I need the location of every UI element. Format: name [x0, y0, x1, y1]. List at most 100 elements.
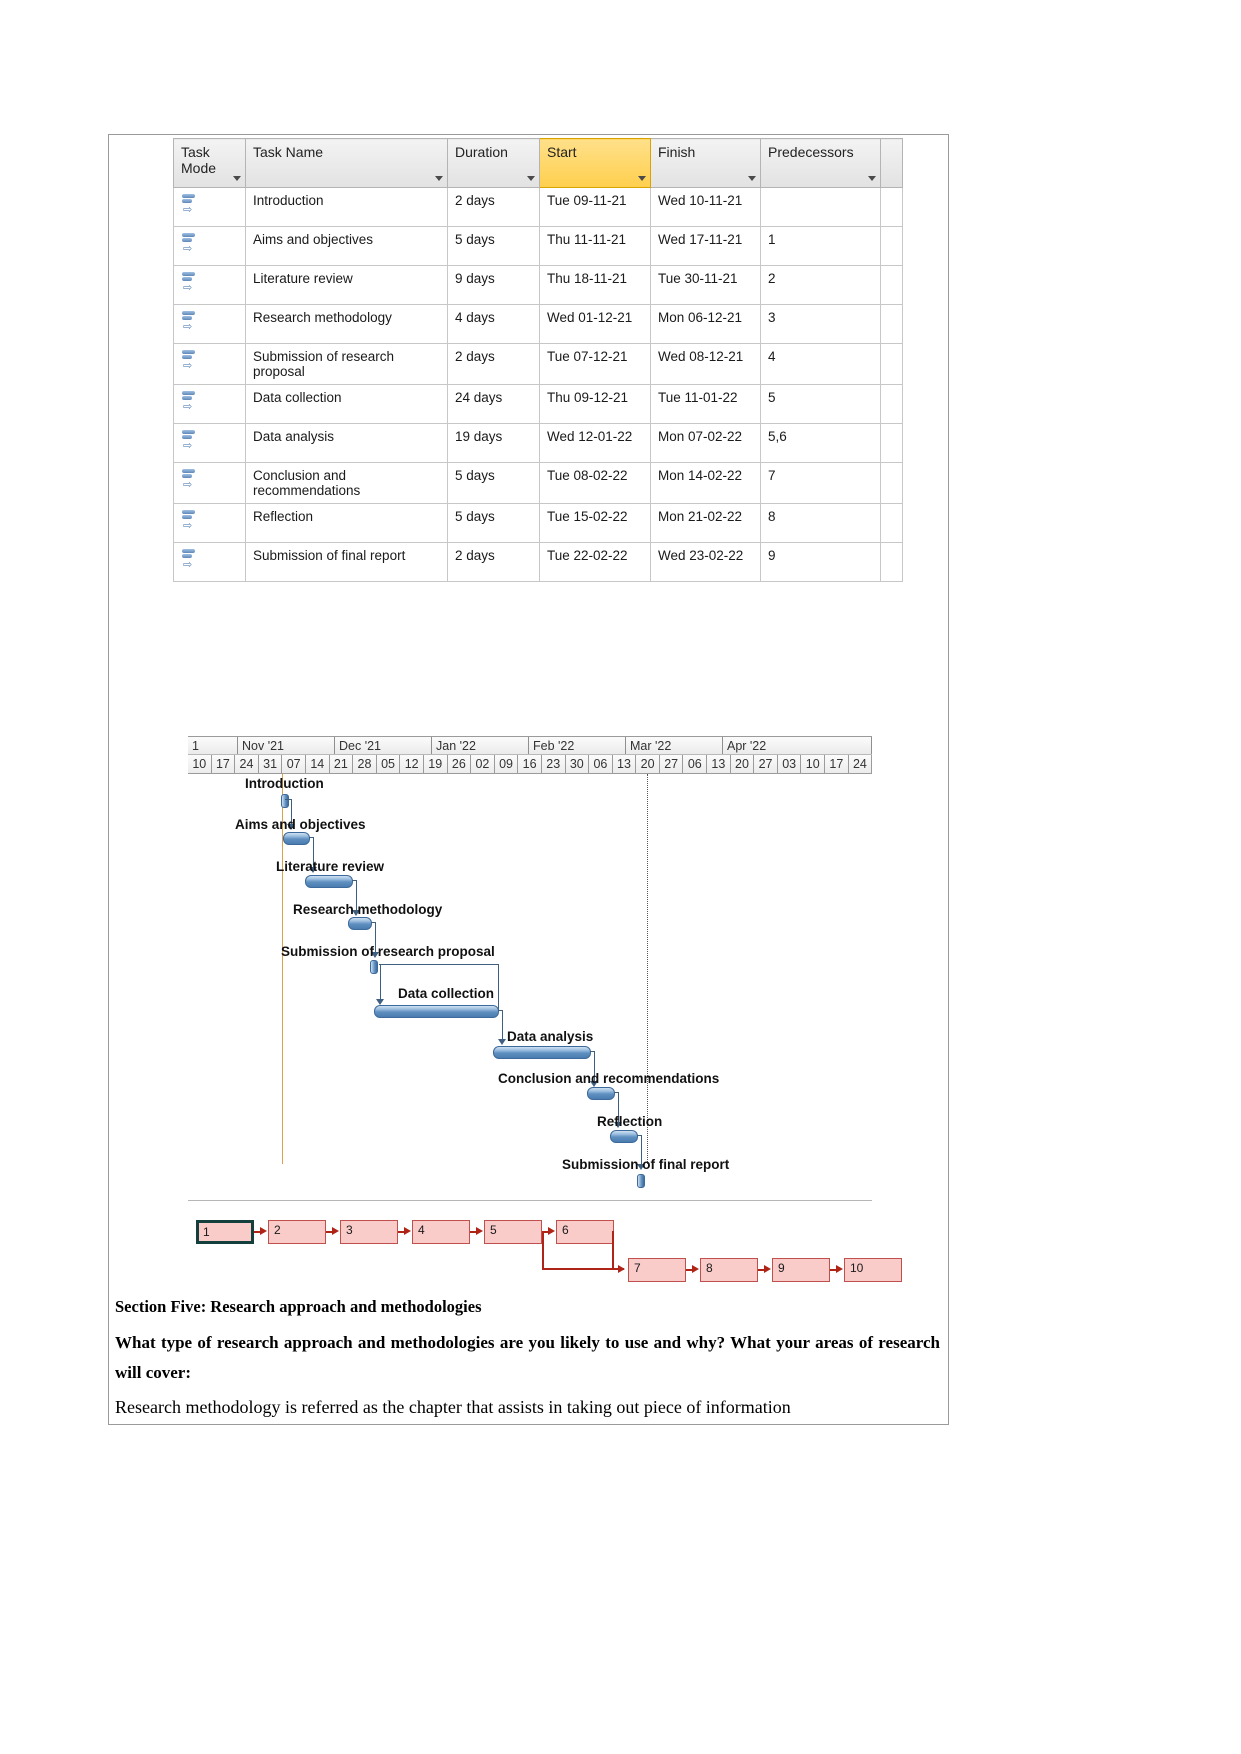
cell-predecessors[interactable]: 9 [760, 542, 881, 582]
column-header-predecessors[interactable]: Predecessors [760, 138, 881, 188]
gantt-bar-aims[interactable] [283, 832, 310, 845]
cell-duration[interactable]: 5 days [447, 226, 540, 266]
cell-finish[interactable]: Wed 10-11-21 [650, 187, 761, 227]
gantt-bar-reflection[interactable] [610, 1130, 638, 1143]
pert-node-1[interactable]: 1 [196, 1220, 254, 1244]
cell-finish[interactable]: Tue 11-01-22 [650, 384, 761, 424]
cell-finish[interactable]: Mon 07-02-22 [650, 423, 761, 463]
cell-finish[interactable]: Tue 30-11-21 [650, 265, 761, 305]
cell-start[interactable]: Thu 18-11-21 [539, 265, 651, 305]
cell-start[interactable]: Tue 15-02-22 [539, 503, 651, 543]
pert-node-3[interactable]: 3 [340, 1220, 398, 1244]
cell-duration[interactable]: 2 days [447, 187, 540, 227]
cell-predecessors[interactable]: 4 [760, 343, 881, 385]
pert-node-4[interactable]: 4 [412, 1220, 470, 1244]
cell-start[interactable]: Thu 11-11-21 [539, 226, 651, 266]
cell-task-mode[interactable]: ⇨ [173, 462, 246, 504]
cell-task-name[interactable]: Research methodology [245, 304, 448, 344]
chevron-down-icon[interactable] [435, 176, 443, 181]
pert-node-8[interactable]: 8 [700, 1258, 758, 1282]
cell-predecessors[interactable]: 8 [760, 503, 881, 543]
cell-start[interactable]: Wed 12-01-22 [539, 423, 651, 463]
table-row[interactable]: ⇨ Data collection 24 days Thu 09-12-21 Tue 1… [173, 384, 903, 424]
table-row[interactable]: ⇨ Data analysis 19 days Wed 12-01-22 Mon 07-… [173, 423, 903, 463]
cell-predecessors[interactable]: 5 [760, 384, 881, 424]
column-header-finish[interactable]: Finish [650, 138, 761, 188]
cell-task-name[interactable]: Conclusion and recommendations [245, 462, 448, 504]
table-row[interactable]: ⇨ Submission of research proposal 2 days Tu… [173, 343, 903, 385]
cell-task-mode[interactable]: ⇨ [173, 423, 246, 463]
cell-task-name[interactable]: Literature review [245, 265, 448, 305]
column-header-start[interactable]: Start [539, 138, 651, 188]
cell-task-mode[interactable]: ⇨ [173, 226, 246, 266]
table-row[interactable]: ⇨ Introduction 2 days Tue 09-11-21 Wed 10-11… [173, 187, 903, 227]
cell-task-mode[interactable]: ⇨ [173, 343, 246, 385]
cell-predecessors[interactable]: 1 [760, 226, 881, 266]
cell-finish[interactable]: Wed 17-11-21 [650, 226, 761, 266]
cell-task-mode[interactable]: ⇨ [173, 265, 246, 305]
gantt-milestone-submission-research-proposal[interactable] [370, 960, 378, 974]
table-row[interactable]: ⇨ Literature review 9 days Thu 18-11-21 Tue … [173, 265, 903, 305]
cell-predecessors[interactable]: 2 [760, 265, 881, 305]
cell-duration[interactable]: 9 days [447, 265, 540, 305]
pert-node-9[interactable]: 9 [772, 1258, 830, 1282]
table-row[interactable]: ⇨ Conclusion and recommendations 5 days Tue… [173, 462, 903, 504]
table-row[interactable]: ⇨ Research methodology 4 days Wed 01-12-21 M… [173, 304, 903, 344]
cell-task-name[interactable]: Aims and objectives [245, 226, 448, 266]
cell-task-mode[interactable]: ⇨ [173, 384, 246, 424]
chevron-down-icon[interactable] [748, 176, 756, 181]
gantt-bar-data-collection[interactable] [374, 1005, 499, 1018]
cell-task-name[interactable]: Submission of final report [245, 542, 448, 582]
cell-task-mode[interactable]: ⇨ [173, 503, 246, 543]
cell-task-name[interactable]: Reflection [245, 503, 448, 543]
cell-predecessors[interactable]: 3 [760, 304, 881, 344]
cell-finish[interactable]: Mon 06-12-21 [650, 304, 761, 344]
gantt-bar-conclusion[interactable] [587, 1087, 615, 1100]
cell-finish[interactable]: Wed 23-02-22 [650, 542, 761, 582]
cell-duration[interactable]: 4 days [447, 304, 540, 344]
cell-duration[interactable]: 19 days [447, 423, 540, 463]
cell-duration[interactable]: 24 days [447, 384, 540, 424]
column-header-duration[interactable]: Duration [447, 138, 540, 188]
cell-duration[interactable]: 2 days [447, 542, 540, 582]
cell-start[interactable]: Tue 22-02-22 [539, 542, 651, 582]
chevron-down-icon[interactable] [527, 176, 535, 181]
gantt-milestone-introduction[interactable] [281, 794, 289, 808]
cell-duration[interactable]: 2 days [447, 343, 540, 385]
gantt-bar-literature-review[interactable] [305, 875, 353, 888]
cell-predecessors[interactable]: 7 [760, 462, 881, 504]
cell-task-name[interactable]: Data analysis [245, 423, 448, 463]
cell-duration[interactable]: 5 days [447, 503, 540, 543]
cell-task-name[interactable]: Data collection [245, 384, 448, 424]
column-header-task-mode[interactable]: Task Mode [173, 138, 246, 188]
table-row[interactable]: ⇨ Reflection 5 days Tue 15-02-22 Mon 21-02-2… [173, 503, 903, 543]
cell-task-mode[interactable]: ⇨ [173, 542, 246, 582]
pert-node-2[interactable]: 2 [268, 1220, 326, 1244]
pert-node-7[interactable]: 7 [628, 1258, 686, 1282]
cell-start[interactable]: Wed 01-12-21 [539, 304, 651, 344]
cell-finish[interactable]: Mon 14-02-22 [650, 462, 761, 504]
cell-predecessors[interactable] [760, 187, 881, 227]
gantt-bar-data-analysis[interactable] [493, 1046, 591, 1059]
chevron-down-icon[interactable] [868, 176, 876, 181]
cell-start[interactable]: Tue 09-11-21 [539, 187, 651, 227]
gantt-milestone-submission-final-report[interactable] [637, 1174, 645, 1188]
pert-node-6[interactable]: 6 [556, 1220, 614, 1244]
cell-duration[interactable]: 5 days [447, 462, 540, 504]
table-row[interactable]: ⇨ Aims and objectives 5 days Thu 11-11-21 We… [173, 226, 903, 266]
cell-task-name[interactable]: Introduction [245, 187, 448, 227]
cell-start[interactable]: Tue 07-12-21 [539, 343, 651, 385]
gantt-bar-research-methodology[interactable] [348, 917, 372, 930]
cell-task-mode[interactable]: ⇨ [173, 187, 246, 227]
pert-node-10[interactable]: 10 [844, 1258, 902, 1282]
chevron-down-icon[interactable] [638, 176, 646, 181]
column-header-next[interactable] [880, 138, 903, 188]
pert-node-5[interactable]: 5 [484, 1220, 542, 1244]
cell-task-name[interactable]: Submission of research proposal [245, 343, 448, 385]
cell-task-mode[interactable]: ⇨ [173, 304, 246, 344]
cell-predecessors[interactable]: 5,6 [760, 423, 881, 463]
chevron-down-icon[interactable] [233, 176, 241, 181]
column-header-task-name[interactable]: Task Name [245, 138, 448, 188]
cell-finish[interactable]: Wed 08-12-21 [650, 343, 761, 385]
cell-start[interactable]: Thu 09-12-21 [539, 384, 651, 424]
